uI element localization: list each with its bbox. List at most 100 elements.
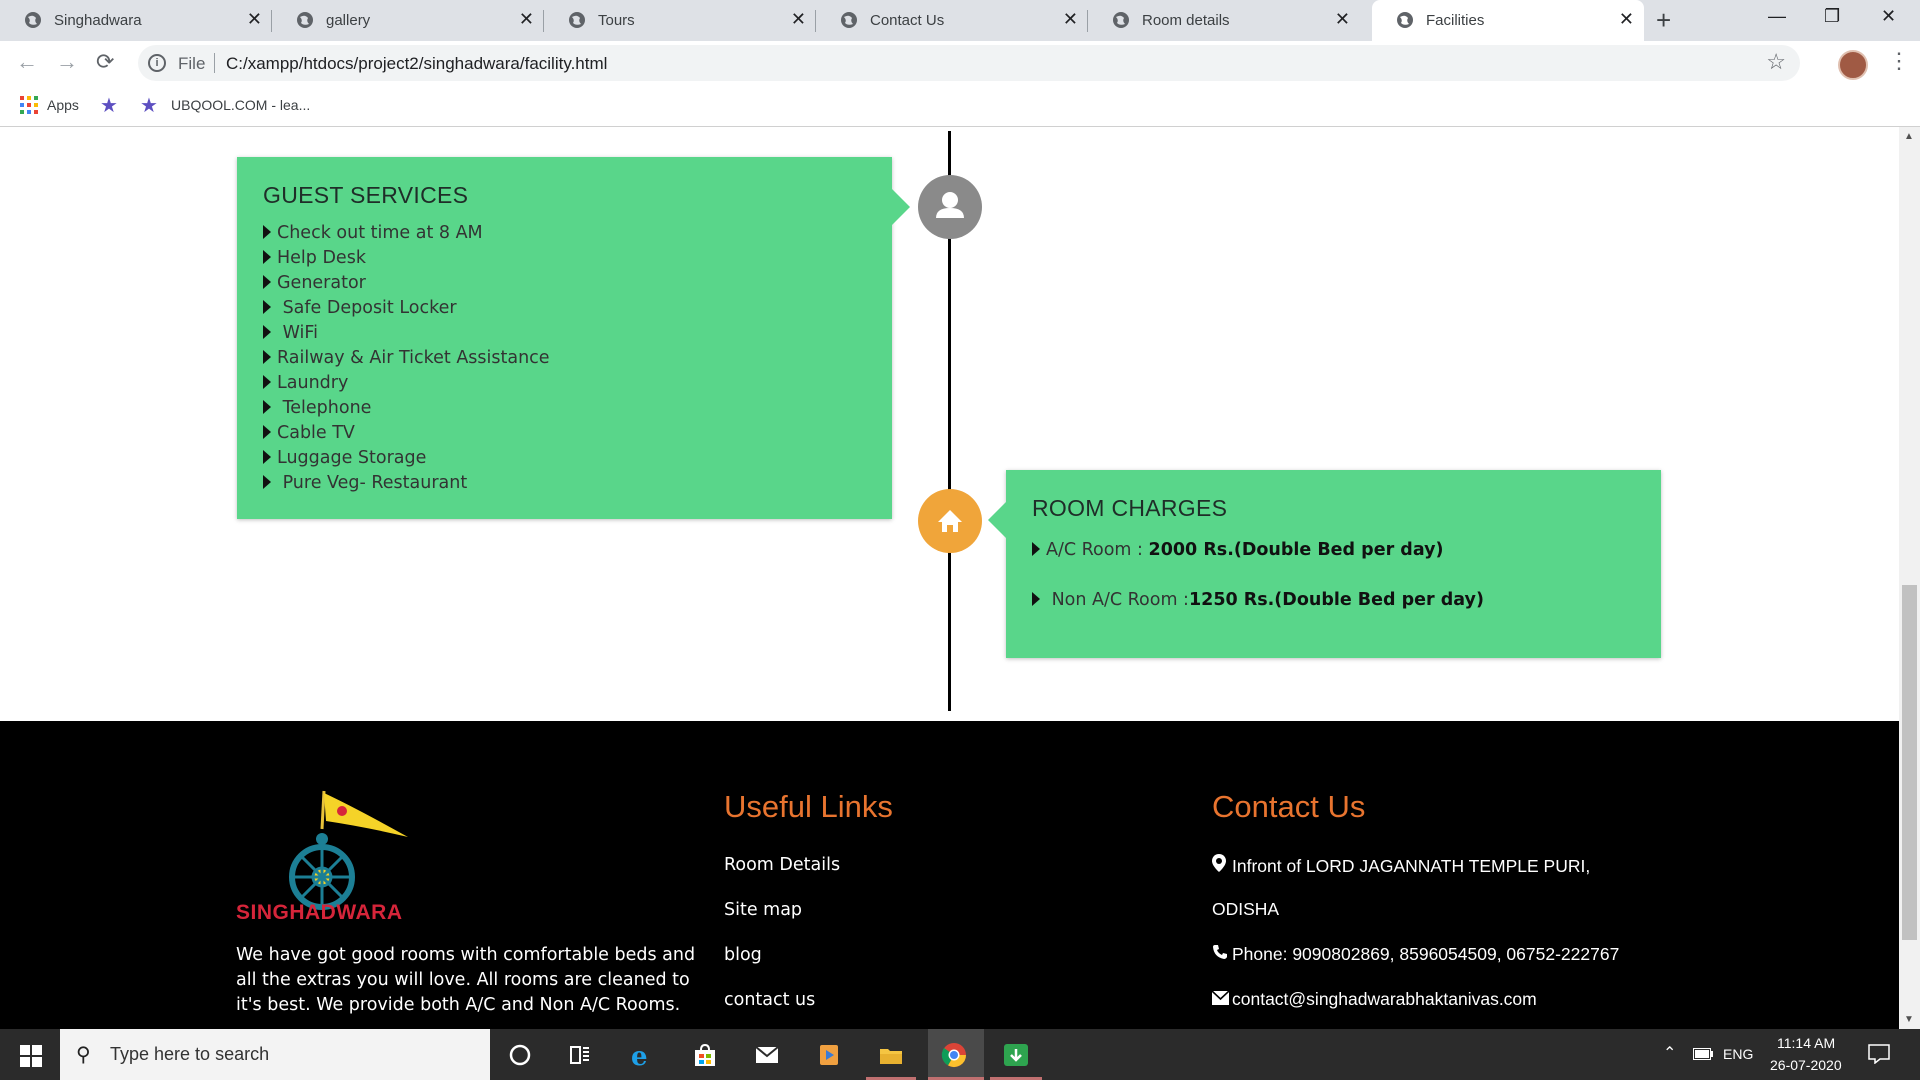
- mail-icon[interactable]: [753, 1041, 781, 1069]
- user-icon: [936, 192, 964, 218]
- list-item: Help Desk: [263, 246, 550, 271]
- clock-date[interactable]: 26-07-2020: [1770, 1057, 1842, 1073]
- tab-title: Facilities: [1426, 12, 1485, 29]
- timeline-home-badge: [918, 489, 982, 553]
- caret-right-icon: [263, 350, 271, 364]
- globe-icon: [841, 12, 857, 28]
- tab-singhadwara[interactable]: Singhadwara ✕: [0, 0, 272, 41]
- tab-gallery[interactable]: gallery ✕: [272, 0, 544, 41]
- globe-icon: [25, 12, 41, 28]
- list-item: Check out time at 8 AM: [263, 221, 550, 246]
- tab-close-icon[interactable]: ✕: [1063, 9, 1078, 29]
- caret-right-icon: [263, 325, 271, 339]
- list-item: Safe Deposit Locker: [263, 296, 550, 321]
- list-item: WiFi: [263, 321, 550, 346]
- download-app-icon[interactable]: [1002, 1041, 1030, 1069]
- taskbar-search[interactable]: ⚲ Type here to search: [60, 1029, 490, 1080]
- cortana-icon[interactable]: [506, 1041, 534, 1069]
- card-pointer: [892, 189, 910, 225]
- globe-icon: [1113, 12, 1129, 28]
- list-item: Luggage Storage: [263, 446, 550, 471]
- bookmark-ubqool[interactable]: UBQOOL.COM - lea...: [171, 97, 310, 113]
- tab-title: gallery: [326, 12, 371, 29]
- scroll-down-icon[interactable]: ▼: [1904, 1014, 1914, 1025]
- caret-right-icon: [263, 375, 271, 389]
- list-item: Cable TV: [263, 421, 550, 446]
- forward-button[interactable]: →: [56, 50, 78, 74]
- tab-close-icon[interactable]: ✕: [247, 9, 262, 29]
- contact-email[interactable]: contact@singhadwarabhaktanivas.com: [1211, 989, 1537, 1010]
- tab-close-icon[interactable]: ✕: [1335, 9, 1350, 29]
- footer-link-contact-us[interactable]: contact us: [724, 989, 840, 1029]
- footer-link-blog[interactable]: blog: [724, 944, 840, 989]
- room-charges-title: ROOM CHARGES: [1032, 495, 1228, 521]
- address-divider: [214, 53, 215, 73]
- caret-right-icon: [1032, 592, 1040, 606]
- tab-close-icon[interactable]: ✕: [519, 9, 534, 29]
- profile-avatar[interactable]: [1838, 50, 1868, 80]
- guest-services-list: Check out time at 8 AM Help Desk Generat…: [263, 221, 550, 496]
- browser-menu-icon[interactable]: ⋮: [1888, 49, 1910, 73]
- caret-right-icon: [263, 275, 271, 289]
- globe-icon: [297, 12, 313, 28]
- bookmark-star-icon[interactable]: ★: [100, 93, 118, 118]
- scrollbar-thumb[interactable]: [1902, 585, 1917, 940]
- list-item: Generator: [263, 271, 550, 296]
- bookmark-star-icon[interactable]: ☆: [1766, 49, 1786, 75]
- address-bar[interactable]: i File C:/xampp/htdocs/project2/singhadw…: [138, 45, 1800, 81]
- browser-toolbar: ← → ⟳ i File C:/xampp/htdocs/project2/si…: [0, 41, 1920, 85]
- tab-title: Contact Us: [870, 12, 945, 29]
- contact-us-heading: Contact Us: [1212, 789, 1366, 824]
- reload-button[interactable]: ⟳: [96, 50, 114, 74]
- store-icon[interactable]: [691, 1041, 719, 1069]
- edge-icon[interactable]: e: [628, 1041, 656, 1069]
- tab-tours[interactable]: Tours ✕: [544, 0, 816, 41]
- search-placeholder: Type here to search: [110, 1044, 270, 1064]
- card-pointer: [988, 502, 1006, 538]
- new-tab-button[interactable]: +: [1656, 7, 1671, 33]
- back-button[interactable]: ←: [16, 50, 38, 74]
- tray-chevron-icon[interactable]: ⌃: [1663, 1043, 1676, 1063]
- url-text[interactable]: C:/xampp/htdocs/project2/singhadwara/fac…: [226, 54, 607, 74]
- caret-right-icon: [263, 300, 271, 314]
- windows-start-icon[interactable]: [20, 1045, 42, 1067]
- minimize-button[interactable]: —: [1768, 6, 1786, 27]
- apps-icon[interactable]: [20, 96, 38, 114]
- chrome-icon[interactable]: [940, 1041, 968, 1069]
- scroll-up-icon[interactable]: ▲: [1904, 131, 1914, 142]
- caret-right-icon: [263, 475, 271, 489]
- notifications-icon[interactable]: [1868, 1044, 1890, 1064]
- tab-contact-us[interactable]: Contact Us ✕: [816, 0, 1088, 41]
- charge-row-ac: A/C Room : 2000 Rs.(Double Bed per day): [1032, 540, 1444, 560]
- room-charges-card: ROOM CHARGES A/C Room : 2000 Rs.(Double …: [1006, 470, 1661, 658]
- media-player-icon[interactable]: [815, 1041, 843, 1069]
- battery-icon[interactable]: [1693, 1048, 1713, 1060]
- windows-taskbar: ⚲ Type here to search e ⌃ ENG 11:14 AM 2…: [0, 1029, 1920, 1080]
- bookmark-apps[interactable]: Apps: [47, 97, 79, 113]
- tab-room-details[interactable]: Room details ✕: [1088, 0, 1360, 41]
- contact-address-line2: ODISHA: [1212, 899, 1280, 919]
- tab-title: Singhadwara: [54, 12, 142, 29]
- task-view-icon[interactable]: [566, 1041, 594, 1069]
- home-icon: [938, 510, 962, 532]
- tab-close-icon[interactable]: ✕: [791, 9, 806, 29]
- phone-icon: [1212, 944, 1232, 965]
- footer-link-site-map[interactable]: Site map: [724, 899, 840, 944]
- info-icon[interactable]: i: [148, 54, 166, 72]
- caret-right-icon: [263, 225, 271, 239]
- tab-close-icon[interactable]: ✕: [1619, 9, 1634, 29]
- scheme-label: File: [178, 54, 206, 73]
- guest-services-title: GUEST SERVICES: [263, 182, 469, 208]
- language-indicator[interactable]: ENG: [1723, 1046, 1753, 1062]
- caret-right-icon: [263, 400, 271, 414]
- tab-facilities[interactable]: Facilities ✕: [1372, 0, 1644, 41]
- footer-link-room-details[interactable]: Room Details: [724, 854, 840, 899]
- page-content: GUEST SERVICES Check out time at 8 AM He…: [0, 127, 1899, 1029]
- restore-button[interactable]: ❐: [1824, 6, 1840, 27]
- clock-time[interactable]: 11:14 AM: [1777, 1035, 1835, 1051]
- file-explorer-icon[interactable]: [877, 1041, 905, 1069]
- page-scrollbar[interactable]: ▲ ▼: [1899, 127, 1920, 1029]
- tab-title: Tours: [598, 12, 635, 29]
- envelope-icon: [1211, 990, 1232, 1010]
- window-close-button[interactable]: ✕: [1881, 6, 1896, 27]
